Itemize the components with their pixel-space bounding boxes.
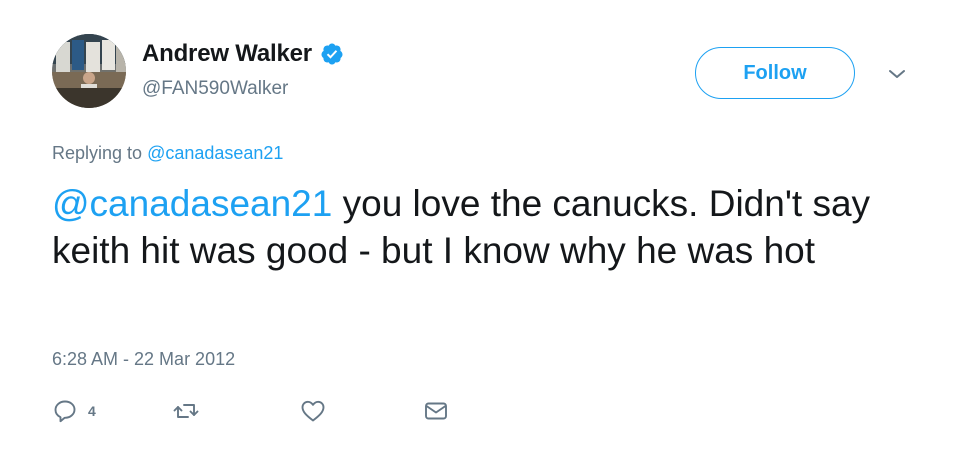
reply-icon xyxy=(54,400,76,423)
chevron-down-icon[interactable] xyxy=(886,63,908,85)
reply-context-mention[interactable]: @canadasean21 xyxy=(147,143,283,163)
retweet-button[interactable] xyxy=(173,398,199,424)
heart-icon xyxy=(301,400,325,422)
retweet-icon xyxy=(173,404,199,418)
reply-count: 4 xyxy=(88,403,96,419)
tweet-timestamp[interactable]: 6:28 AM - 22 Mar 2012 xyxy=(52,349,235,370)
reply-context-prefix: Replying to xyxy=(52,143,148,163)
envelope-icon xyxy=(425,402,447,420)
author-display-name[interactable]: Andrew Walker xyxy=(142,40,312,68)
tweet-mention[interactable]: @canadasean21 xyxy=(52,183,332,224)
follow-button[interactable]: Follow xyxy=(695,47,855,99)
author-handle[interactable]: @FAN590Walker xyxy=(142,78,288,100)
avatar[interactable] xyxy=(52,34,126,108)
direct-message-button[interactable] xyxy=(423,398,449,424)
reply-context: Replying to @canadasean21 xyxy=(52,143,283,164)
verified-badge-icon xyxy=(321,43,343,65)
like-button[interactable] xyxy=(300,398,326,424)
tweet-actions: 4 xyxy=(0,398,960,430)
author-name-row[interactable]: Andrew Walker xyxy=(142,40,344,68)
avatar-image xyxy=(52,34,126,108)
tweet-text: @canadasean21 you love the canucks. Didn… xyxy=(52,180,892,274)
reply-button[interactable]: 4 xyxy=(52,398,96,424)
